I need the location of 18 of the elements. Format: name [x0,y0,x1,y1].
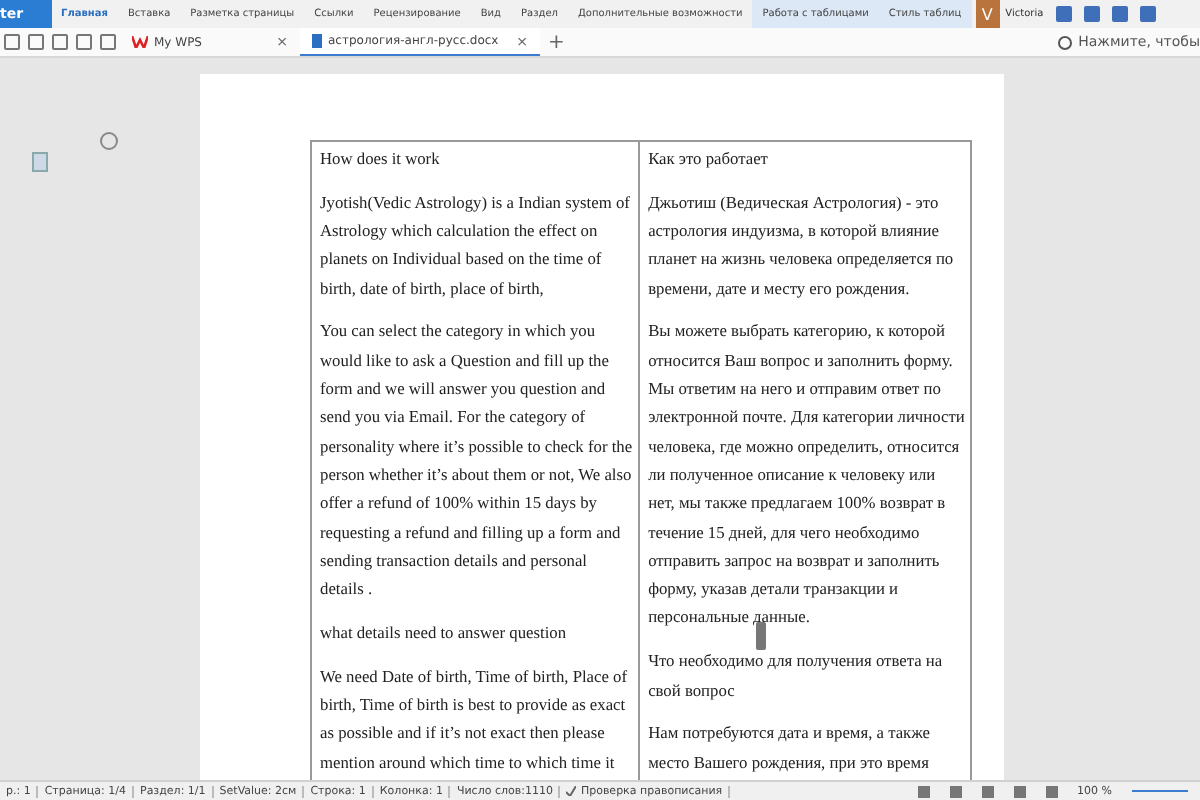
paragraph: Что необходимо для получения ответа на свой вопрос [648,650,945,704]
check-icon [566,786,577,796]
paragraph: How does it work [320,148,442,172]
search-icon [1058,35,1073,49]
document-icon [312,34,322,48]
paragraph: Как это работает [648,148,770,172]
paragraph: Нам потребуются дата и время, а также место Вашего рождения, при это время [648,722,933,776]
table-move-handle[interactable] [100,132,118,150]
paragraph: Джьотиш (Ведическая Астрология) - это астрология индуизма, в которой влияние планет на жизнь человека определяется по времени, дате и месту его рождения. [648,191,956,302]
new-tab-button[interactable]: + [540,28,573,56]
panel-handle[interactable] [756,622,766,650]
paragraph: Вы можете выбрать категорию, к которой относится Ваш вопрос и заполнить форму. Мы ответим на него и отправим ответ по электронной почте. Для категории личности человека, где можно определить, относится ли полученное описание к человеку или нет, мы также предлагаем 100% возврат в течение 15 дней, для чего необходимо отправить запрос на возврат и заполнить форму, указав детали транзакции и персональные данные. [648,320,965,631]
paragraph: You can select the category in which you would like to ask a Question and fill up the form and we will answer you question and send you via Email. For the category of personality where it’s possible to check for the person whether it’s about them or not, We also offer a refund of 100% within 15 days by requesting a refund and filling up a form and sending transaction details and personal details . [320,320,633,603]
paragraph: what details need to answer question [320,621,569,646]
paragraph: Jyotish(Vedic Astrology) is a Indian system of Astrology which calculation the effect on planets on Individual based on the time of birth, date of birth, place of birth, [320,191,632,302]
user-avatar[interactable]: V [975,0,1000,28]
wps-logo-icon [132,36,148,48]
paragraph: We need Date of birth, Time of birth, Place of birth, Time of birth is best to provide as exact as possible and if it’s not exact then please mention around which time to which time it [320,665,630,776]
